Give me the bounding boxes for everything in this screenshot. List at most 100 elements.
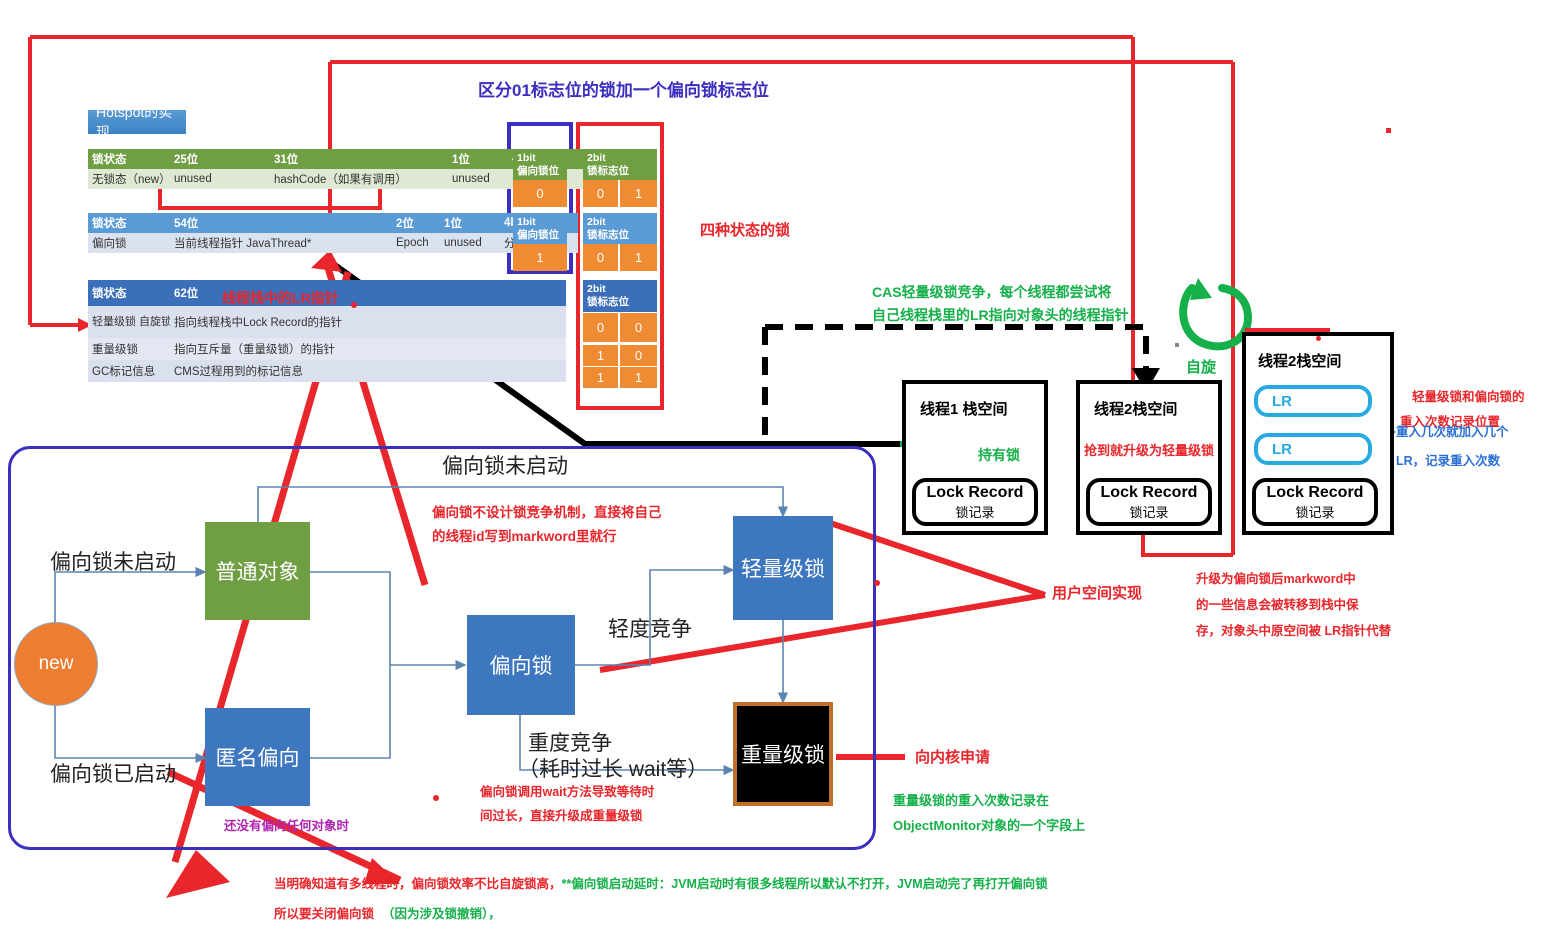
thread2-lock-record: Lock Record 锁记录	[1086, 478, 1212, 526]
table-cell: unused	[448, 169, 508, 189]
table-cell-desc: CMS过程用到的标记信息	[170, 360, 566, 382]
cas-note-line-1: CAS轻量级锁竞争，每个线程都尝试将	[872, 284, 1112, 300]
table1-flag-bit-1: 1	[620, 180, 657, 207]
table-cell: hashCode（如果有调用）	[270, 169, 448, 189]
table-cell: unused	[170, 169, 270, 189]
markword-note-line-1: 升级为偏向锁后markword中	[1196, 572, 1356, 586]
lock-record-subtitle: 锁记录	[1295, 504, 1335, 520]
lock-record-title: Lock Record	[1266, 483, 1364, 501]
markword-table-biased: 锁状态 54位 2位 1位 4bit 偏向锁 当前线程指针 JavaThread…	[88, 213, 578, 253]
objectmonitor-note-2: ObjectMonitor对象的一个字段上	[893, 818, 1086, 833]
bottom-note-line-1: 当明确知道有多线程时，偏向锁效率不比自旋锁高，**偏向锁启动延时：JVM启动时有…	[274, 873, 1048, 892]
thread2-upgrade-note: 抢到就升级为轻量级锁	[1084, 443, 1215, 458]
stray-dot	[1386, 128, 1391, 133]
markword-table-nolock: 锁状态 25位 31位 1位 4bit 无锁态（new） unused hash…	[88, 149, 586, 189]
table3-flag-r0-b1: 0	[620, 313, 657, 342]
table-row: 偏向锁 当前线程指针 JavaThread* Epoch unused 分代年龄	[88, 233, 578, 253]
table-header-cell: 锁状态	[88, 149, 170, 169]
objectmonitor-note-1: 重量级锁的重入次数记录在	[893, 793, 1050, 808]
table-header-cell: 锁状态	[88, 213, 170, 233]
flow-node-normal-object[interactable]: 普通对象	[205, 522, 310, 620]
table-header-cell: 31位	[270, 149, 400, 169]
lr-pointer-overlay-note: 线程栈中的LR指针	[222, 290, 339, 306]
bottom-note-line-2: 所以要关闭偏向锁 （因为涉及锁撤销），	[274, 903, 501, 922]
table-header-cell: 2位	[392, 213, 440, 233]
table1-flag-header: 2bit 锁标志位	[583, 149, 657, 180]
flowchart-title: 偏向锁未启动	[442, 455, 568, 478]
markword-note-line-2: 的一些信息会被转移到栈中保	[1196, 598, 1359, 612]
spin-label: 自旋	[1186, 359, 1217, 376]
lr-note-blue-line-1: 重入几次就加入几个	[1396, 425, 1509, 439]
table2-flag-bit-1: 1	[620, 244, 657, 271]
table-row: 无锁态（new） unused hashCode（如果有调用） unused 分…	[88, 169, 586, 189]
note-wait-line-1: 偏向锁调用wait方法导致等待时	[480, 785, 655, 799]
lock-record-subtitle: 锁记录	[1129, 504, 1169, 520]
lock-record-subtitle: 锁记录	[955, 504, 995, 520]
flow-node-anon-bias[interactable]: 匿名偏向	[205, 708, 310, 806]
table3-flag-r2-b0: 1	[583, 367, 619, 388]
bottom-note-green-1: **偏向锁启动延时：JVM启动时有很多线程所以默认不打开，JVM启动完了再打开偏…	[561, 877, 1048, 891]
table-header-cell: 锁状态	[88, 280, 170, 306]
kernel-request-label: 向内核申请	[915, 749, 991, 766]
table-header-cell: 54位	[170, 213, 392, 233]
stray-dot	[351, 302, 357, 308]
table-row: 锁状态 25位 31位 1位 4bit	[88, 149, 586, 169]
table-header-cell: 1位	[448, 149, 508, 169]
lock-record-title: Lock Record	[926, 483, 1024, 501]
thread2-title: 线程2栈空间	[1094, 401, 1178, 418]
lr-note-blue-line-2: LR，记录重入次数	[1396, 454, 1501, 468]
thread1-title: 线程1 栈空间	[920, 401, 1008, 418]
table-header-cell: 1位	[440, 213, 500, 233]
flow-node-bias-lock[interactable]: 偏向锁	[467, 615, 575, 715]
table-row: 轻量级锁 自旋锁 无锁 指向线程栈中Lock Record的指针	[88, 306, 566, 338]
table-header-cell	[400, 149, 448, 169]
table3-flag-header: 2bit 锁标志位	[583, 280, 657, 312]
flow-node-new[interactable]: new	[14, 622, 98, 706]
thread3-lr-box-2: LR	[1254, 433, 1372, 465]
hotspot-label: Hotspot的实现	[88, 104, 186, 140]
flow-edge-label-light-contend: 轻度竞争	[608, 618, 692, 641]
table-cell: Epoch	[392, 233, 440, 253]
flow-node-heavy-lock[interactable]: 重量级锁	[733, 702, 833, 806]
table2-flag-bit-0: 0	[583, 244, 619, 271]
flow-node-light-lock[interactable]: 轻量级锁	[733, 516, 833, 620]
table-cell-desc: 指向互斥量（重量级锁）的指针	[170, 338, 566, 360]
flow-edge-label-heavy-contend-2: （耗时过长 wait等）	[518, 758, 709, 781]
flow-edge-label-bias-off: 偏向锁未启动	[50, 551, 176, 574]
markword-note-line-3: 存，对象头中原空间被 LR指针代替	[1196, 624, 1392, 638]
bottom-note-red-1: 当明确知道有多线程时，偏向锁效率不比自旋锁高，	[274, 877, 562, 891]
table2-bias-bit: 1	[513, 244, 567, 271]
table-cell: 偏向锁	[88, 233, 170, 253]
table-row: 重量级锁 指向互斥量（重量级锁）的指针	[88, 338, 566, 360]
user-space-label: 用户空间实现	[1052, 585, 1143, 602]
headline-text: 区分01标志位的锁加一个偏向锁标志位	[478, 81, 769, 100]
lr-note-line-1: 轻量级锁和偏向锁的	[1412, 390, 1525, 404]
table3-flag-r0-b0: 0	[583, 313, 619, 342]
thread3-title: 线程2栈空间	[1258, 353, 1342, 370]
table-cell: 当前线程指针 JavaThread*	[170, 233, 392, 253]
bottom-note-green-2: （因为涉及锁撤销），	[382, 907, 501, 921]
table-header-cell: 25位	[170, 149, 270, 169]
stray-dot	[1175, 343, 1179, 347]
table-row: GC标记信息 CMS过程用到的标记信息	[88, 360, 566, 382]
table1-bias-bit: 0	[513, 180, 567, 207]
four-states-text: 四种状态的锁	[700, 222, 791, 239]
lock-record-title: Lock Record	[1100, 483, 1198, 501]
flow-edge-label-bias-on: 偏向锁已启动	[50, 763, 176, 786]
note-anon-bias: 还没有偏向任何对象时	[224, 819, 350, 833]
stray-dot	[1316, 336, 1321, 341]
table-cell: unused	[440, 233, 500, 253]
note-bias-line-1: 偏向锁不设计锁竞争机制，直接将自己	[432, 505, 662, 520]
table-row: 锁状态 54位 2位 1位 4bit	[88, 213, 578, 233]
thread3-lock-record: Lock Record 锁记录	[1252, 478, 1378, 526]
table2-bias-header: 1bit 偏向锁位	[513, 213, 567, 244]
table-cell-state: 重量级锁	[88, 338, 170, 360]
thread3-lr-box-1: LR	[1254, 385, 1372, 417]
table-cell-state: GC标记信息	[88, 360, 170, 382]
thread1-lock-record: Lock Record 锁记录	[912, 478, 1038, 526]
note-bias-line-2: 的线程id写到markword里就行	[432, 529, 617, 544]
table-cell-desc: 指向线程栈中Lock Record的指针	[170, 306, 566, 338]
stray-dot	[433, 795, 439, 801]
bottom-note-red-2: 所以要关闭偏向锁	[274, 907, 375, 921]
table3-flag-r1-b1: 0	[620, 345, 657, 366]
